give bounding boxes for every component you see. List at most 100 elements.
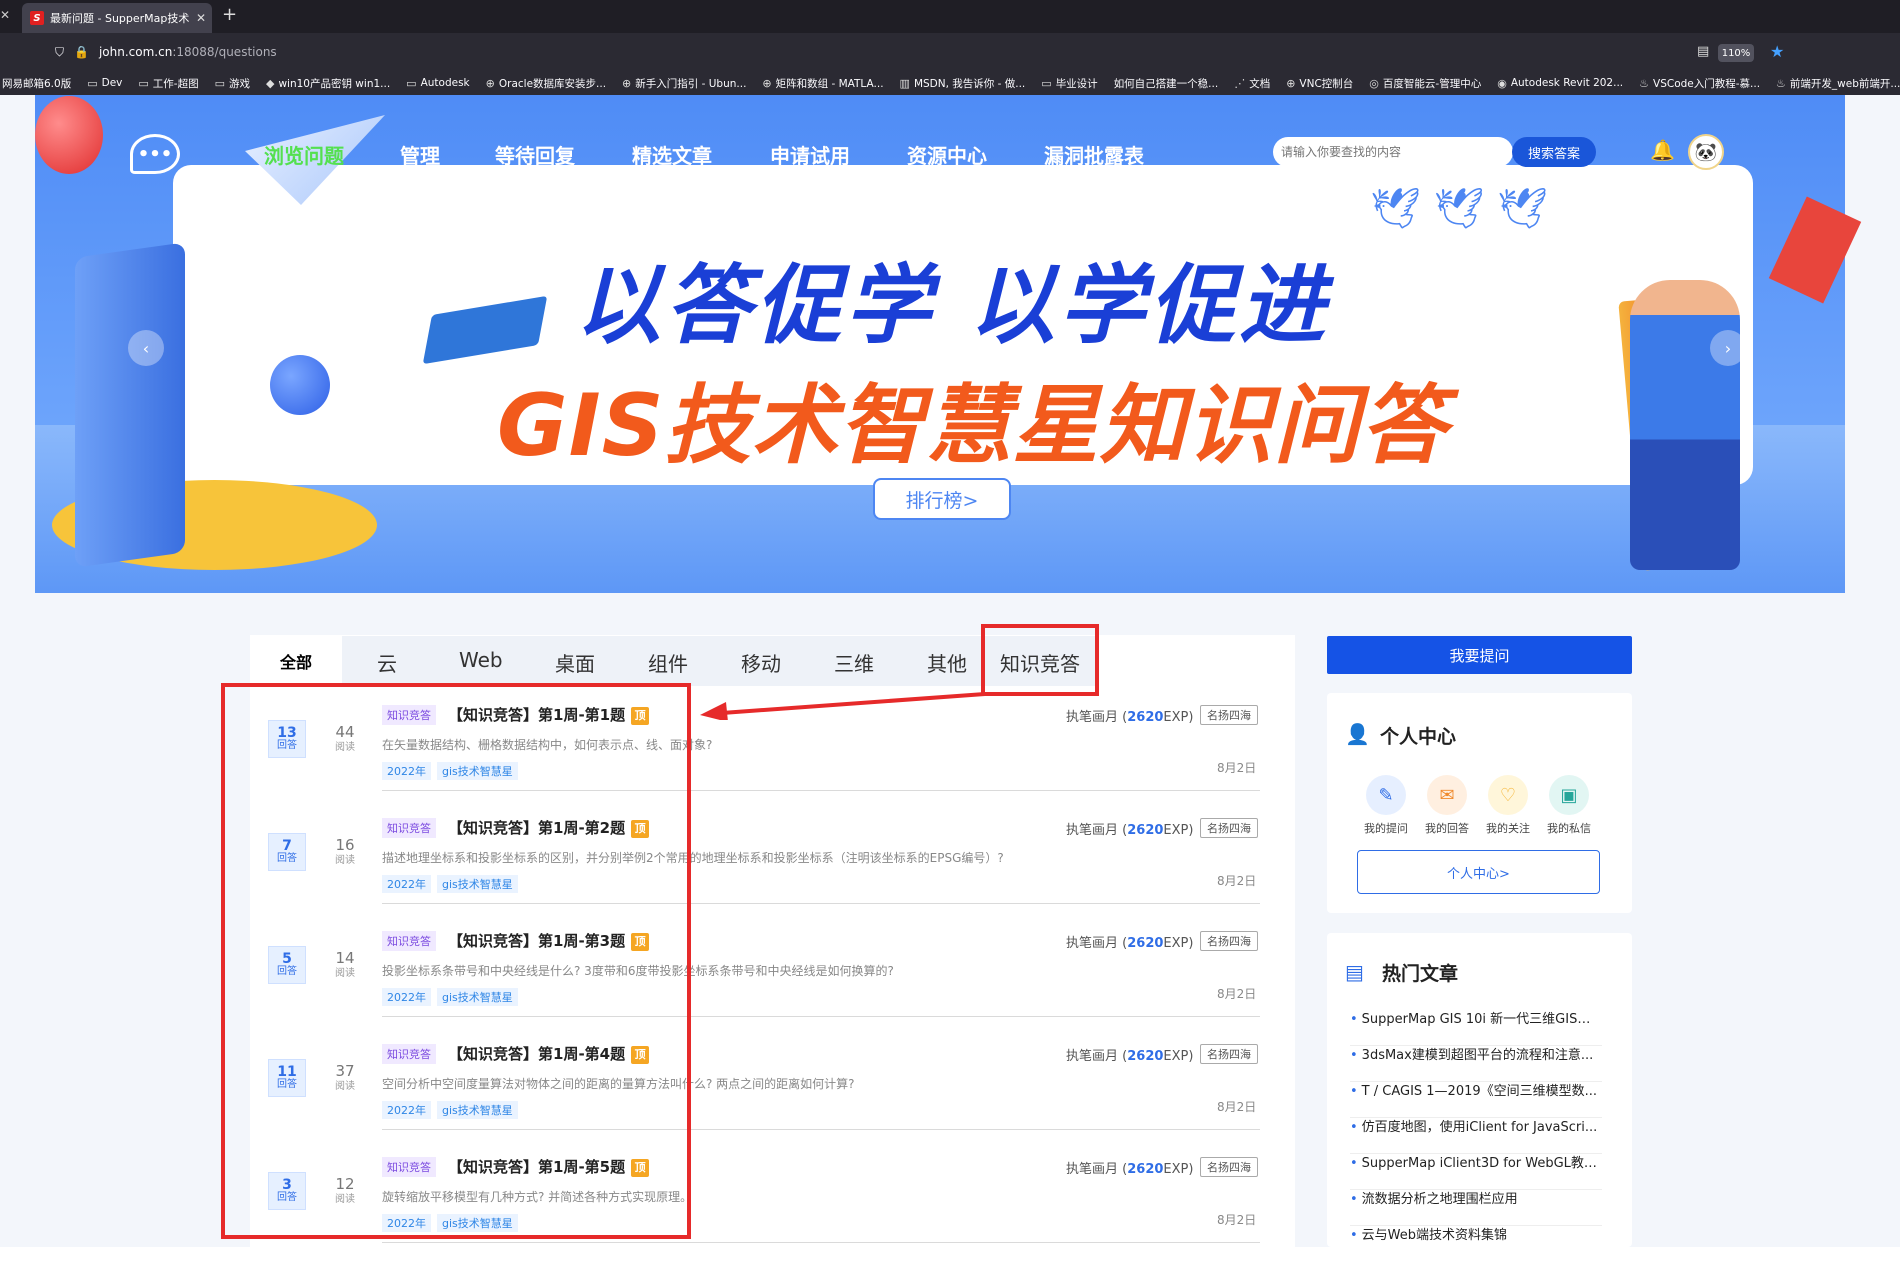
post-date: 8月2日	[1217, 874, 1257, 888]
bookmarks-bar: 网易邮箱6.0版 ▭ Dev ▭ 工作-超图 ▭ 游戏 ◆ win10产品密钥 win1…	[0, 71, 1900, 95]
msdn-icon: ▥	[899, 76, 910, 90]
my-follows-icon[interactable]: ♡	[1488, 775, 1528, 815]
browser-tab[interactable]: S 最新问题 - SupperMap技术问答 ✕	[22, 3, 212, 33]
bookmark-item[interactable]: ⋰ 文档	[1234, 76, 1270, 91]
rank-badge: 名扬四海	[1200, 1157, 1258, 1177]
author-info[interactable]: 执笔画月 (2620EXP)	[1066, 932, 1193, 951]
my-answers-link[interactable]: 我的回答	[1417, 820, 1477, 836]
autodesk-icon: ◉	[1497, 76, 1507, 90]
bookmark-item[interactable]: ♨ 前端开发_web前端开...	[1776, 76, 1900, 91]
close-icon[interactable]: ✕	[0, 8, 10, 22]
hot-article-link[interactable]: 3dsMax建模到超图平台的流程和注意...	[1350, 1046, 1602, 1082]
search-input[interactable]	[1273, 137, 1513, 167]
tab-web[interactable]: Web	[459, 648, 503, 672]
bookmark-item[interactable]: 如何自己搭建一个稳...	[1114, 76, 1219, 91]
carousel-prev-icon[interactable]: ‹	[128, 330, 164, 366]
flame-icon: ♨	[1639, 76, 1650, 90]
carousel-next-icon[interactable]: ›	[1710, 330, 1746, 366]
tab-close-icon[interactable]: ✕	[196, 11, 212, 25]
annotation-box-list	[221, 683, 691, 1239]
my-answers-icon[interactable]: ✉	[1427, 775, 1467, 815]
search-button[interactable]: 搜索答案	[1512, 137, 1596, 167]
bookmark-item[interactable]: ▭ 游戏	[215, 76, 250, 91]
hot-article-link[interactable]: 流数据分析之地理围栏应用	[1350, 1190, 1602, 1226]
bookmark-star-icon[interactable]: ★	[1770, 42, 1784, 61]
hot-article-link[interactable]: 仿百度地图，使用iClient for JavaScri...	[1350, 1118, 1602, 1154]
new-tab-icon[interactable]: +	[222, 4, 237, 25]
reader-view-icon[interactable]: ▤	[1697, 44, 1709, 59]
rank-badge: 名扬四海	[1200, 931, 1258, 951]
ask-question-button[interactable]: 我要提问	[1327, 636, 1632, 674]
browser-nav-bar	[0, 33, 1900, 71]
balloon-decoration	[35, 96, 103, 174]
bookmark-item[interactable]: ▭ Autodesk	[406, 77, 469, 90]
tab-mobile[interactable]: 移动	[741, 648, 781, 677]
post-date: 8月2日	[1217, 761, 1257, 775]
bookmark-item[interactable]: ◉ Autodesk Revit 202...	[1497, 77, 1623, 90]
bell-icon[interactable]: 🔔	[1650, 138, 1675, 162]
zoom-level[interactable]: 110%	[1718, 44, 1754, 62]
bookmark-item[interactable]: ▭ 毕业设计	[1041, 76, 1097, 91]
personal-center-title: 个人中心	[1380, 726, 1457, 748]
author-info[interactable]: 执笔画月 (2620EXP)	[1066, 1045, 1193, 1064]
bookmark-item[interactable]: ⊕ Oracle数据库安装步...	[486, 76, 606, 91]
my-messages-icon[interactable]: ▣	[1549, 775, 1589, 815]
tab-all[interactable]: 全部	[250, 636, 342, 686]
cloud-icon: ◎	[1369, 76, 1379, 90]
bookmark-item[interactable]: ⊕ 新手入门指引 - Ubun...	[622, 76, 746, 91]
shield-icon[interactable]: ⛉	[55, 45, 64, 60]
nav-browse-questions[interactable]: 浏览问题	[264, 140, 344, 169]
hot-article-link[interactable]: SupperMap iClient3D for WebGL教程...	[1350, 1154, 1602, 1190]
lock-icon[interactable]: 🔒	[74, 45, 89, 59]
bookmark-item[interactable]: 网易邮箱6.0版	[2, 76, 71, 91]
globe-icon: ⊕	[622, 76, 632, 90]
avatar[interactable]: 🐼	[1688, 134, 1724, 170]
bookmark-item[interactable]: ▭ 工作-超图	[138, 76, 198, 91]
site-logo-icon[interactable]: •••	[130, 134, 180, 174]
address-bar[interactable]: ⛉ 🔒 john.com.cn:18088/questions	[55, 40, 277, 64]
tab-component[interactable]: 组件	[648, 648, 688, 677]
my-questions-icon[interactable]: ✎	[1366, 775, 1406, 815]
book-decoration	[75, 242, 185, 568]
nav-vulnerability-list[interactable]: 漏洞批露表	[1044, 140, 1144, 169]
author-info[interactable]: 执笔画月 (2620EXP)	[1066, 819, 1193, 838]
bookmark-item[interactable]: ▥ MSDN, 我告诉你 - 做...	[900, 76, 1026, 91]
personal-center-button[interactable]: 个人中心>	[1357, 850, 1600, 894]
bookmark-item[interactable]: ▭ Dev	[87, 77, 122, 90]
rank-badge: 名扬四海	[1200, 818, 1258, 838]
row-divider	[382, 1242, 1260, 1243]
hot-article-link[interactable]: 云与Web端技术资料集锦	[1350, 1226, 1602, 1262]
url-host: john.com.cn	[98, 45, 173, 59]
rank-badge: 名扬四海	[1200, 1044, 1258, 1064]
folder-icon: ▭	[406, 76, 417, 90]
banner-headline: 以答促学 以学促进	[575, 256, 1329, 356]
hot-articles-title: 热门文章	[1382, 963, 1459, 985]
url-path: :18088/questions	[172, 45, 277, 59]
hot-article-link[interactable]: SupperMap GIS 10i 新一代三维GIS技...	[1350, 1010, 1602, 1046]
my-questions-link[interactable]: 我的提问	[1356, 820, 1416, 836]
tab-other[interactable]: 其他	[927, 648, 967, 677]
bookmark-item[interactable]: ⊕ 矩阵和数组 - MATLA...	[762, 76, 883, 91]
nav-manage[interactable]: 管理	[400, 140, 440, 169]
bookmark-item[interactable]: ◆ win10产品密钥 win1...	[266, 76, 390, 91]
nav-apply-trial[interactable]: 申请试用	[770, 140, 850, 169]
tab-cloud[interactable]: 云	[377, 648, 397, 677]
author-info[interactable]: 执笔画月 (2620EXP)	[1066, 1158, 1193, 1177]
author-info[interactable]: 执笔画月 (2620EXP)	[1066, 706, 1193, 725]
bookmark-item[interactable]: ♨ VSCode入门教程-慕...	[1639, 76, 1760, 91]
nav-resource-center[interactable]: 资源中心	[907, 140, 987, 169]
nav-featured-articles[interactable]: 精选文章	[632, 140, 712, 169]
hot-article-link[interactable]: T / CAGIS 1—2019《空间三维模型数...	[1350, 1082, 1602, 1118]
ball-decoration	[270, 355, 330, 415]
tab-3d[interactable]: 三维	[834, 648, 874, 677]
nav-waiting-reply[interactable]: 等待回复	[495, 140, 575, 169]
site-favicon-icon: S	[30, 11, 44, 25]
bookmark-item[interactable]: ⊕ VNC控制台	[1286, 76, 1353, 91]
my-messages-link[interactable]: 我的私信	[1539, 820, 1599, 836]
leaderboard-button[interactable]: 排行榜>	[873, 478, 1011, 520]
my-follows-link[interactable]: 我的关注	[1478, 820, 1538, 836]
globe-icon: ⊕	[1286, 76, 1296, 90]
bookmark-item[interactable]: ◎ 百度智能云-管理中心	[1369, 76, 1481, 91]
globe-icon: ◆	[265, 76, 275, 90]
tab-desktop[interactable]: 桌面	[555, 648, 595, 677]
